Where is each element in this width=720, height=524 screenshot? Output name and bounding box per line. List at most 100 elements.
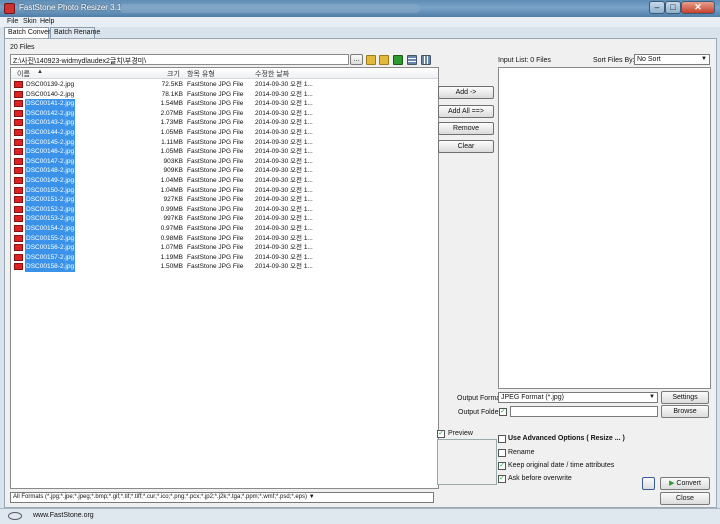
jpg-file-icon: [14, 148, 23, 156]
file-type: FastStone JPG File: [187, 109, 244, 117]
close-window-button[interactable]: ✕: [681, 1, 715, 14]
file-size: 1.54MB: [160, 100, 183, 108]
list-view-icon[interactable]: [407, 55, 417, 65]
format-filter-select[interactable]: All Formats (*.jpg;*.jpe;*.jpeg;*.bmp;*.…: [10, 492, 434, 503]
file-row[interactable]: DSC00145-2.jpg 1.11MB FastStone JPG File 20…: [11, 137, 438, 148]
file-row[interactable]: DSC00139-2.jpg 72.5KB FastStone JPG File 20…: [11, 80, 438, 90]
folder-path-field[interactable]: Z:\사진\140923-widmydlaudex2글치\부경미\: [10, 54, 349, 65]
file-date: 2014-09-30 오전 1...: [255, 167, 313, 175]
file-row[interactable]: DSC00143-2.jpg 1.73MB FastStone JPG File 20…: [11, 118, 438, 128]
menu-help[interactable]: Help: [40, 18, 54, 25]
column-type[interactable]: 항목 유형: [187, 69, 215, 79]
file-name: DSC00147-2.jpg: [25, 156, 76, 167]
website-link[interactable]: www.FastStone.org: [33, 512, 94, 519]
file-row[interactable]: DSC00150-2.jpg 1.04MB FastStone JPG File 20…: [11, 185, 438, 196]
jpg-file-icon: [14, 119, 23, 127]
file-type: FastStone JPG File: [187, 90, 244, 98]
file-row[interactable]: DSC00142-2.jpg 2.07MB FastStone JPG File 20…: [11, 108, 438, 119]
file-type: FastStone JPG File: [187, 157, 244, 165]
file-name: DSC00151-2.jpg: [25, 195, 76, 205]
file-row[interactable]: DSC00140-2.jpg 78.1KB FastStone JPG File 20…: [11, 90, 438, 100]
tab-batch-rename[interactable]: Batch Rename: [50, 27, 100, 38]
file-name: DSC00153-2.jpg: [25, 214, 76, 224]
file-row[interactable]: DSC00144-2.jpg 1.05MB FastStone JPG File 20…: [11, 128, 438, 138]
jpg-file-icon: [14, 138, 23, 146]
browse-folder-button[interactable]: ...: [350, 54, 363, 65]
file-size: 903KB: [163, 157, 183, 165]
details-view-icon[interactable]: [421, 55, 431, 65]
remove-button[interactable]: Remove: [438, 122, 494, 135]
menu-bar: File Skin Help: [0, 17, 720, 27]
file-row[interactable]: DSC00146-2.jpg 1.05MB FastStone JPG File 20…: [11, 147, 438, 157]
input-list-label: Input List: 0 Files: [498, 57, 551, 64]
output-folder-checkbox[interactable]: ✓: [499, 408, 507, 416]
ask-overwrite-label: Ask before overwrite: [508, 475, 572, 482]
jpg-file-icon: [14, 81, 23, 88]
file-row[interactable]: DSC00141-2.jpg 1.54MB FastStone JPG File 20…: [11, 99, 438, 109]
file-size: 1.07MB: [160, 244, 183, 252]
column-size[interactable]: 크기: [167, 69, 180, 79]
output-format-value: JPEG Format (*.jpg): [501, 394, 565, 401]
output-folder-label: Output Folder:: [458, 409, 503, 416]
file-name: DSC00139-2.jpg: [26, 81, 75, 88]
browse-output-button[interactable]: Browse: [661, 405, 709, 418]
tab-batch-convert[interactable]: Batch Convert: [4, 27, 52, 38]
file-name: DSC00152-2.jpg: [25, 204, 76, 215]
main-panel: 20 Files Z:\사진\140923-widmydlaudex2글치\부경…: [4, 38, 717, 508]
column-date[interactable]: 수정한 날짜: [255, 69, 289, 79]
file-row[interactable]: DSC00155-2.jpg 0.98MB FastStone JPG File 20…: [11, 233, 438, 244]
file-row[interactable]: DSC00149-2.jpg 1.04MB FastStone JPG File 20…: [11, 176, 438, 186]
file-name: DSC00143-2.jpg: [25, 118, 76, 128]
file-row[interactable]: DSC00148-2.jpg 909KB FastStone JPG File 201…: [11, 166, 438, 176]
menu-skin[interactable]: Skin: [23, 18, 37, 25]
file-row[interactable]: DSC00156-2.jpg 1.07MB FastStone JPG File 20…: [11, 243, 438, 253]
file-type: FastStone JPG File: [187, 177, 244, 184]
jpg-file-icon: [14, 157, 23, 165]
jpg-file-icon: [14, 225, 23, 232]
file-type: FastStone JPG File: [187, 215, 244, 223]
file-row[interactable]: DSC00153-2.jpg 997KB FastStone JPG File 201…: [11, 214, 438, 224]
input-list[interactable]: [498, 67, 711, 389]
output-folder-field[interactable]: [510, 406, 658, 417]
minimize-button[interactable]: –: [649, 1, 665, 14]
file-type: FastStone JPG File: [187, 129, 244, 136]
close-button[interactable]: Close: [660, 492, 710, 505]
file-row[interactable]: DSC00157-2.jpg 1.19MB FastStone JPG File 20…: [11, 252, 438, 263]
jpg-file-icon: [14, 177, 23, 184]
settings-button[interactable]: Settings: [661, 391, 709, 404]
file-date: 2014-09-30 오전 1...: [255, 119, 313, 127]
menu-file[interactable]: File: [7, 18, 18, 25]
jpg-file-icon: [14, 186, 23, 194]
file-date: 2014-09-30 오전 1...: [255, 81, 313, 88]
advanced-options-label[interactable]: Use Advanced Options ( Resize ... ): [508, 435, 625, 442]
preview-checkbox[interactable]: ✓: [437, 430, 445, 438]
file-name: DSC00141-2.jpg: [25, 99, 76, 109]
refresh-icon[interactable]: [393, 55, 403, 65]
file-row[interactable]: DSC00154-2.jpg 0.97MB FastStone JPG File 20…: [11, 224, 438, 234]
sort-label: Sort Files By:: [593, 57, 635, 64]
rename-checkbox[interactable]: [498, 449, 506, 457]
add-all-button[interactable]: Add All ==>: [438, 105, 494, 118]
file-row[interactable]: DSC00158-2.jpg 1.50MB FastStone JPG File 20…: [11, 262, 438, 272]
file-row[interactable]: DSC00151-2.jpg 927KB FastStone JPG File 201…: [11, 195, 438, 205]
column-name[interactable]: 이름: [17, 69, 30, 79]
advanced-options-checkbox[interactable]: [498, 435, 506, 443]
preview-doc-icon[interactable]: [642, 477, 655, 490]
jpg-file-icon: [14, 129, 23, 136]
keep-date-checkbox[interactable]: ✓: [498, 462, 506, 470]
file-size: 72.5KB: [161, 81, 183, 88]
keep-date-label: Keep original date / time attributes: [508, 462, 615, 469]
clear-button[interactable]: Clear: [438, 140, 494, 153]
jpg-file-icon: [14, 234, 23, 242]
file-row[interactable]: DSC00152-2.jpg 0.99MB FastStone JPG File 20…: [11, 204, 438, 215]
maximize-button[interactable]: □: [665, 1, 681, 14]
folder-refresh-icon[interactable]: [379, 55, 389, 65]
ask-overwrite-checkbox[interactable]: ✓: [498, 475, 506, 483]
file-row[interactable]: DSC00147-2.jpg 903KB FastStone JPG File 201…: [11, 156, 438, 167]
sort-select[interactable]: No Sort ▼: [634, 54, 710, 65]
file-list[interactable]: 이름 ▲ 크기 항목 유형 수정한 날짜 DSC00139-2.jpg 72.5K…: [10, 67, 439, 489]
convert-button[interactable]: ▶ Convert: [660, 477, 710, 490]
output-format-select[interactable]: JPEG Format (*.jpg) ▼: [498, 392, 658, 403]
folder-up-icon[interactable]: [366, 55, 376, 65]
add-button[interactable]: Add ->: [438, 86, 494, 99]
